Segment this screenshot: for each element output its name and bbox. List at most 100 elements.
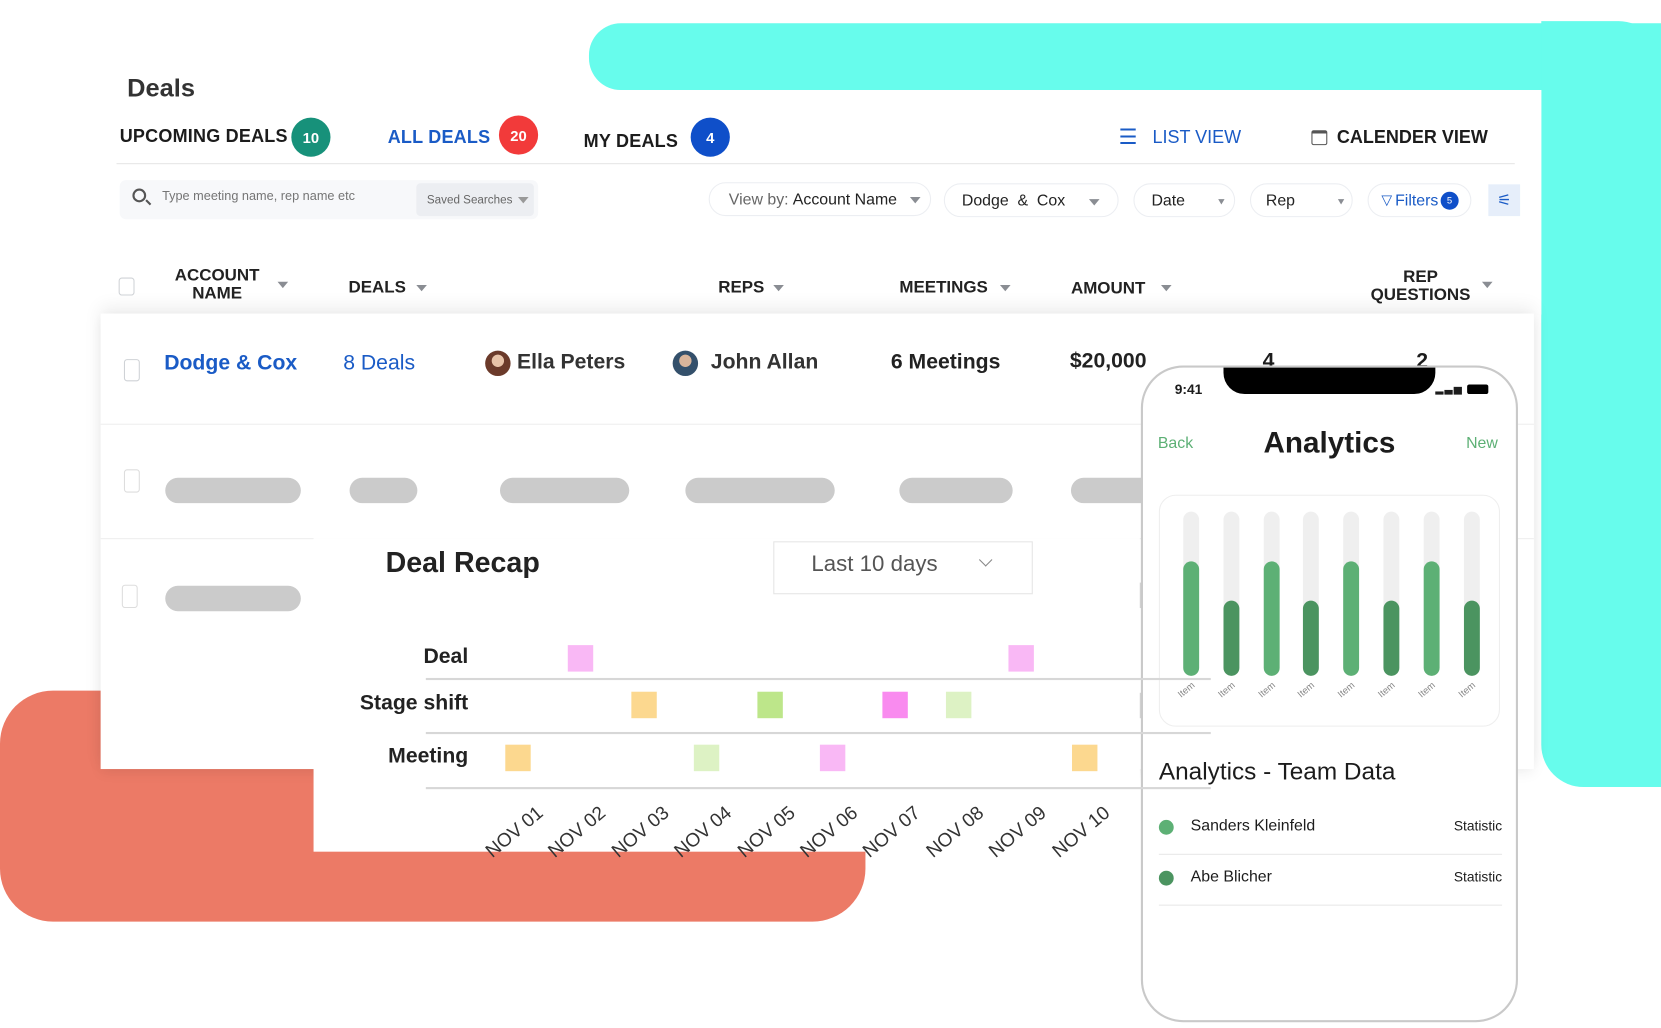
bar[interactable] <box>1343 560 1360 676</box>
col-meetings[interactable]: MEETINGS <box>899 279 988 297</box>
my-count-badge: 4 <box>690 117 730 157</box>
list-icon: ☰ <box>1118 126 1138 150</box>
bar-label: Item <box>1455 679 1477 700</box>
decor-teal-side <box>1541 21 1661 788</box>
bar[interactable] <box>1303 600 1320 676</box>
event-marker[interactable] <box>945 691 972 719</box>
bar[interactable] <box>1223 600 1240 676</box>
filters-button[interactable]: ▽ Filters 5 <box>1367 183 1472 218</box>
bar[interactable] <box>1423 560 1440 676</box>
caret-icon <box>909 197 921 204</box>
skeleton-bar <box>165 585 301 612</box>
caret-icon <box>1218 199 1225 205</box>
team-data-heading: Analytics - Team Data <box>1158 757 1396 785</box>
new-button[interactable]: New <box>1466 434 1498 452</box>
account-name-link[interactable]: Dodge & Cox <box>164 352 297 376</box>
calendar-view-button[interactable]: CALENDER VIEW <box>1311 127 1488 148</box>
bar-track <box>1423 511 1440 676</box>
caret-icon <box>1337 199 1345 205</box>
bar[interactable] <box>1263 560 1280 676</box>
col-amount[interactable]: AMOUNT <box>1071 280 1145 298</box>
bar-track <box>1383 511 1400 676</box>
rep-name: Ella Peters <box>516 350 626 374</box>
calendar-icon <box>1311 130 1328 146</box>
avatar-ella-peters <box>485 350 511 377</box>
search-icon-handle <box>145 199 152 206</box>
legend-dot-icon <box>1158 870 1174 886</box>
bar[interactable] <box>1183 560 1200 676</box>
avatar-john-allan <box>672 350 699 377</box>
skeleton-bar <box>685 477 835 504</box>
bar-label: Item <box>1375 679 1397 700</box>
settings-sliders-button[interactable]: ⚟ <box>1488 184 1521 217</box>
row-gridline <box>425 787 1211 790</box>
list-item[interactable]: Sanders Kleinfeld Statistic <box>1158 812 1503 855</box>
list-view-button[interactable]: ☰ LIST VIEW <box>1119 127 1242 148</box>
row-label-stage-shift: Stage shift <box>359 691 469 716</box>
event-marker[interactable] <box>756 691 783 719</box>
tab-upcoming-deals[interactable]: UPCOMING DEALS <box>120 126 288 147</box>
all-count-badge: 20 <box>498 115 539 155</box>
sliders-icon: ⚟ <box>1497 191 1512 210</box>
search-box[interactable]: Saved Searches <box>119 180 539 220</box>
phone-notch <box>1223 367 1436 395</box>
bar-label: Item <box>1215 679 1237 700</box>
event-marker[interactable] <box>882 691 909 719</box>
skeleton-bar <box>499 477 630 504</box>
deal-recap-title: Deal Recap <box>385 546 540 579</box>
event-marker[interactable] <box>1071 744 1098 772</box>
view-by-select[interactable]: View by: Account Name <box>708 182 932 217</box>
event-marker[interactable] <box>1008 645 1035 672</box>
tabs-divider <box>116 163 1515 165</box>
bar-track <box>1463 511 1480 676</box>
date-select[interactable]: Date <box>1133 183 1236 218</box>
skeleton-bar <box>899 477 1013 504</box>
phone-bar-chart: Item Item Item Item Item Item Item Item <box>1158 494 1500 727</box>
event-marker[interactable] <box>694 744 720 772</box>
list-item[interactable]: Abe Blicher Statistic <box>1158 863 1503 906</box>
event-marker[interactable] <box>819 744 846 772</box>
col-rep-questions[interactable]: REP QUESTIONS <box>1362 268 1479 304</box>
search-input[interactable] <box>162 188 406 204</box>
range-select[interactable]: Last 10 days <box>773 541 1033 595</box>
bar-track <box>1303 511 1320 676</box>
bar-track <box>1183 511 1200 676</box>
rep-name: John Allan <box>710 350 819 374</box>
funnel-icon: ▽ <box>1381 191 1392 208</box>
sort-caret-icon[interactable] <box>277 281 289 289</box>
account-select[interactable]: Dodge & Cox <box>943 183 1119 218</box>
bar-track <box>1263 511 1280 676</box>
deals-link[interactable]: 8 Deals <box>343 352 415 376</box>
bar-track <box>1343 511 1360 676</box>
rep-select[interactable]: Rep <box>1249 183 1353 218</box>
row-checkbox[interactable] <box>123 359 140 382</box>
bar[interactable] <box>1463 600 1480 676</box>
sort-caret-icon[interactable] <box>1160 284 1172 292</box>
status-time: 9:41 <box>1174 381 1203 398</box>
col-account-name[interactable]: ACCOUNT NAME <box>159 267 276 303</box>
event-marker[interactable] <box>505 744 531 772</box>
col-deals[interactable]: DEALS <box>349 279 406 297</box>
skeleton-bar <box>349 477 418 504</box>
bar-track <box>1223 511 1240 676</box>
event-marker[interactable] <box>631 691 657 719</box>
tab-all-deals[interactable]: ALL DEALS <box>388 127 491 148</box>
select-all-checkbox[interactable] <box>118 277 135 296</box>
event-marker[interactable] <box>568 645 594 672</box>
saved-searches-dropdown[interactable]: Saved Searches <box>416 183 534 217</box>
row-checkbox[interactable] <box>123 469 140 493</box>
col-reps[interactable]: REPS <box>718 279 764 297</box>
sort-caret-icon[interactable] <box>1481 281 1493 289</box>
caret-icon <box>517 197 529 204</box>
sort-caret-icon[interactable] <box>999 284 1011 292</box>
row-checkbox[interactable] <box>121 584 138 609</box>
bar-label: Item <box>1175 679 1197 700</box>
sort-caret-icon[interactable] <box>416 284 427 292</box>
decor-teal-top <box>588 23 1661 91</box>
bar-label: Item <box>1335 679 1357 700</box>
sort-caret-icon[interactable] <box>773 284 784 292</box>
bar[interactable] <box>1383 600 1400 676</box>
bar-label: Item <box>1295 679 1317 700</box>
tab-my-deals[interactable]: MY DEALS <box>584 131 678 152</box>
row-gridline <box>425 677 1211 681</box>
